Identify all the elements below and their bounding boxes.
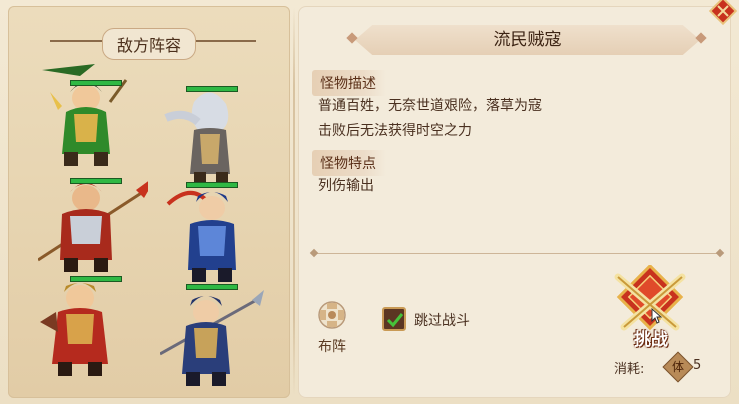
checkmark-icon xyxy=(386,313,404,328)
challenge-button[interactable]: 挑战 xyxy=(610,263,690,355)
skip-battle-checkbox[interactable] xyxy=(382,307,406,331)
panel-divider xyxy=(293,8,295,396)
formation-icon xyxy=(317,300,347,330)
traits-label: 怪物特点 xyxy=(312,150,386,176)
hero-red-armored-spearman[interactable] xyxy=(37,168,158,276)
cost-label: 消耗: xyxy=(614,362,645,377)
pointer-cursor-icon xyxy=(651,307,663,328)
enemy-name-title: 流民贼寇 xyxy=(493,30,562,50)
description-line-1: 普通百姓，无奈世道艰险，落草为寇 xyxy=(318,98,542,114)
enemy-lineup-header: 敌方阵容 xyxy=(8,28,290,60)
hp-bar-green-general xyxy=(70,80,122,86)
challenge-label: 挑战 xyxy=(634,330,668,350)
cost-value: 5 xyxy=(693,358,702,373)
hp-bar-blue-armored-warrior xyxy=(186,182,238,188)
header-line-right xyxy=(196,40,256,42)
traits-text: 列伤输出 xyxy=(318,178,374,194)
description-label: 怪物描述 xyxy=(312,70,386,96)
close-icon[interactable] xyxy=(708,0,738,28)
formation-label: 布阵 xyxy=(318,339,346,355)
skip-battle-label: 跳过战斗 xyxy=(414,313,470,329)
hero-blue-spear-soldier[interactable] xyxy=(159,282,264,390)
hp-bar-red-caped-brawler xyxy=(70,276,122,282)
enemy-lineup-title: 敌方阵容 xyxy=(101,28,197,60)
hero-blue-armored-warrior[interactable] xyxy=(160,178,252,286)
hero-white-haired-swordsman[interactable] xyxy=(160,82,252,190)
stamina-icon-text: 体 xyxy=(671,360,684,374)
game-window: 敌方阵容 流民贼寇 怪物描述 普通百姓，无奈世道艰险，落草为寇 击败后无法获得时… xyxy=(0,0,739,404)
hero-red-caped-brawler[interactable] xyxy=(36,272,128,380)
description-line-2: 击败后无法获得时空之力 xyxy=(318,123,472,139)
hp-bar-blue-spear-soldier xyxy=(186,284,238,290)
hp-bar-white-haired-swordsman xyxy=(186,86,238,92)
section-divider xyxy=(315,253,721,254)
hp-bar-red-armored-spearman xyxy=(70,178,122,184)
hero-green-general[interactable] xyxy=(40,62,132,170)
formation-button[interactable]: 布阵 xyxy=(308,298,356,360)
